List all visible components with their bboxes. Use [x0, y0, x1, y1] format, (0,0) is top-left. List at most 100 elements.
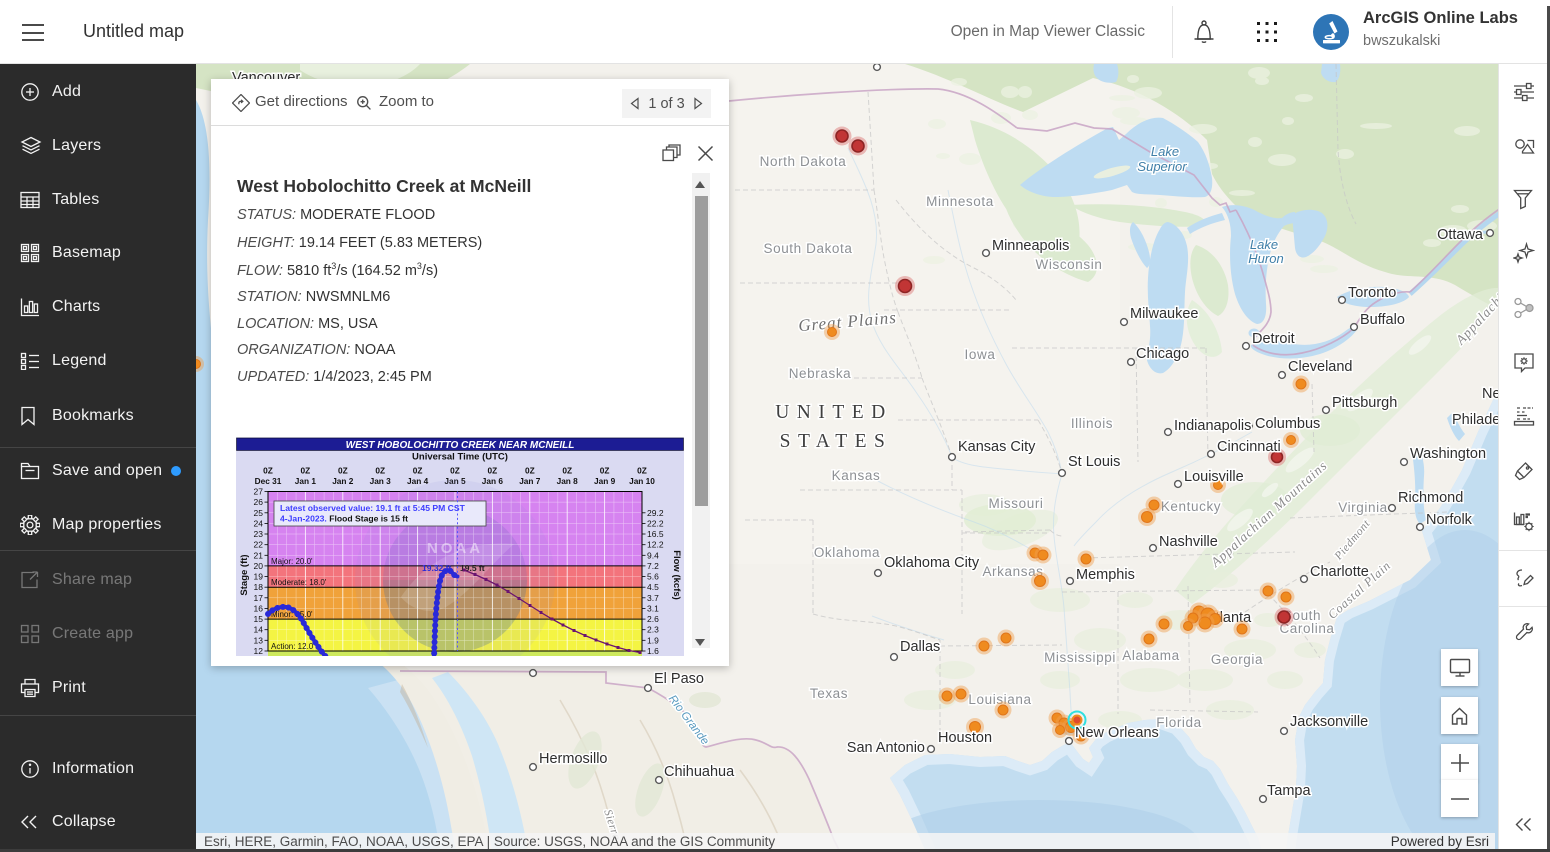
svg-text:Nashville: Nashville [1159, 534, 1218, 550]
svg-text:Virginia: Virginia [1338, 500, 1388, 515]
svg-text:3.1: 3.1 [647, 603, 659, 613]
svg-text:0Z: 0Z [338, 466, 348, 476]
svg-text:Memphis: Memphis [1076, 567, 1135, 583]
svg-text:0Z: 0Z [637, 466, 647, 476]
svg-text:Jan 7: Jan 7 [519, 476, 541, 486]
svg-text:Wisconsin: Wisconsin [1036, 257, 1103, 272]
svg-text:1.6: 1.6 [647, 646, 659, 656]
svg-text:Columbus: Columbus [1255, 416, 1320, 432]
svg-text:STATES: STATES [780, 431, 893, 452]
svg-text:Kansas: Kansas [832, 468, 881, 483]
svg-text:Tampa: Tampa [1267, 783, 1311, 799]
svg-text:Milwaukee: Milwaukee [1130, 306, 1199, 322]
svg-text:Universal Time (UTC): Universal Time (UTC) [412, 452, 508, 463]
svg-text:14: 14 [254, 625, 264, 635]
svg-text:0Z: 0Z [525, 466, 535, 476]
svg-text:Jan 6: Jan 6 [482, 476, 504, 486]
svg-text:Oklahoma City: Oklahoma City [884, 555, 980, 571]
svg-text:2.6: 2.6 [647, 614, 659, 624]
svg-text:Mississippi: Mississippi [1044, 650, 1116, 665]
svg-text:0Z: 0Z [263, 466, 273, 476]
svg-text:16: 16 [254, 603, 264, 613]
svg-text:27: 27 [254, 487, 264, 497]
svg-text:Detroit: Detroit [1252, 331, 1295, 347]
svg-text:26: 26 [254, 497, 264, 507]
svg-text:Jan 8: Jan 8 [557, 476, 579, 486]
svg-text:Washington: Washington [1410, 446, 1486, 462]
svg-text:Dallas: Dallas [900, 639, 940, 655]
svg-text:19: 19 [254, 572, 264, 582]
svg-text:Buffalo: Buffalo [1360, 312, 1405, 328]
svg-text:South Dakota: South Dakota [763, 241, 852, 256]
svg-text:0Z: 0Z [450, 466, 460, 476]
svg-text:UNITED: UNITED [775, 402, 893, 423]
svg-text:Jan 9: Jan 9 [594, 476, 616, 486]
svg-text:0Z: 0Z [600, 466, 610, 476]
svg-text:7.2: 7.2 [647, 561, 659, 571]
svg-text:9.4: 9.4 [647, 550, 659, 560]
svg-text:Charlotte: Charlotte [1310, 564, 1369, 580]
svg-text:Kansas City: Kansas City [958, 439, 1036, 455]
svg-text:Florida: Florida [1156, 715, 1201, 730]
svg-text:Dec 31: Dec 31 [255, 476, 282, 486]
svg-text:19.32 ft: 19.32 ft [422, 563, 451, 573]
svg-text:29.2: 29.2 [647, 508, 664, 518]
svg-text:El Paso: El Paso [654, 671, 704, 687]
svg-text:Huron: Huron [1248, 251, 1283, 266]
svg-text:13: 13 [254, 635, 264, 645]
svg-text:Stage (ft): Stage (ft) [239, 554, 250, 595]
svg-text:Pittsburgh: Pittsburgh [1332, 395, 1397, 411]
svg-text:24: 24 [254, 518, 264, 528]
svg-text:Texas: Texas [810, 686, 848, 701]
svg-text:Minnesota: Minnesota [926, 194, 994, 209]
svg-text:18: 18 [254, 582, 264, 592]
svg-text:Moderate: 18.0': Moderate: 18.0' [271, 578, 327, 587]
svg-text:Superior: Superior [1137, 159, 1187, 174]
svg-text:Kentucky: Kentucky [1161, 499, 1221, 514]
svg-text:Louisville: Louisville [1184, 469, 1244, 485]
svg-text:0Z: 0Z [413, 466, 423, 476]
svg-text:Richmond: Richmond [1398, 490, 1463, 506]
svg-text:Norfolk: Norfolk [1426, 512, 1473, 528]
svg-text:21: 21 [254, 550, 264, 560]
svg-text:0Z: 0Z [488, 466, 498, 476]
svg-text:17: 17 [254, 593, 264, 603]
svg-text:Latest observed value: 19.1 ft: Latest observed value: 19.1 ft at 5:45 P… [280, 503, 466, 513]
svg-text:Indianapolis: Indianapolis [1174, 418, 1251, 434]
svg-text:Jan 10: Jan 10 [629, 476, 655, 486]
svg-text:16.5: 16.5 [647, 529, 664, 539]
svg-text:1.9: 1.9 [647, 635, 659, 645]
svg-text:2.3: 2.3 [647, 625, 659, 635]
svg-text:23: 23 [254, 529, 264, 539]
svg-text:25: 25 [254, 508, 264, 518]
svg-text:Chihuahua: Chihuahua [664, 764, 735, 780]
svg-text:Jan 2: Jan 2 [332, 476, 354, 486]
svg-text:Oklahoma: Oklahoma [814, 545, 880, 560]
svg-text:Action: 12.0': Action: 12.0' [271, 642, 315, 651]
svg-text:Flow (kcfs): Flow (kcfs) [671, 550, 682, 600]
svg-text:Cincinnati: Cincinnati [1217, 439, 1281, 455]
svg-text:Ottawa: Ottawa [1437, 227, 1484, 243]
svg-text:San Antonio: San Antonio [847, 740, 925, 756]
svg-text:0Z: 0Z [375, 466, 385, 476]
svg-text:15: 15 [254, 614, 264, 624]
svg-text:0Z: 0Z [301, 466, 311, 476]
svg-text:Iowa: Iowa [965, 347, 996, 362]
svg-text:Missouri: Missouri [988, 496, 1043, 511]
svg-text:North Dakota: North Dakota [760, 154, 847, 169]
svg-text:5.6: 5.6 [647, 572, 659, 582]
svg-text:Minneapolis: Minneapolis [992, 238, 1069, 254]
svg-text:12: 12 [254, 646, 264, 656]
svg-text:WEST HOBOLOCHITTO CREEK NEAR M: WEST HOBOLOCHITTO CREEK NEAR MCNEILL [346, 440, 575, 451]
svg-text:Toronto: Toronto [1348, 285, 1396, 301]
svg-text:Lake: Lake [1250, 237, 1278, 252]
svg-text:20: 20 [254, 561, 264, 571]
svg-text:Cleveland: Cleveland [1288, 359, 1353, 375]
svg-text:Chicago: Chicago [1136, 346, 1189, 362]
svg-text:Nebraska: Nebraska [789, 366, 852, 381]
svg-text:Alabama: Alabama [1122, 648, 1179, 663]
svg-text:Jacksonville: Jacksonville [1290, 714, 1368, 730]
svg-text:22.2: 22.2 [647, 518, 664, 528]
svg-text:New Orleans: New Orleans [1075, 725, 1159, 741]
svg-text:St Louis: St Louis [1068, 454, 1120, 470]
